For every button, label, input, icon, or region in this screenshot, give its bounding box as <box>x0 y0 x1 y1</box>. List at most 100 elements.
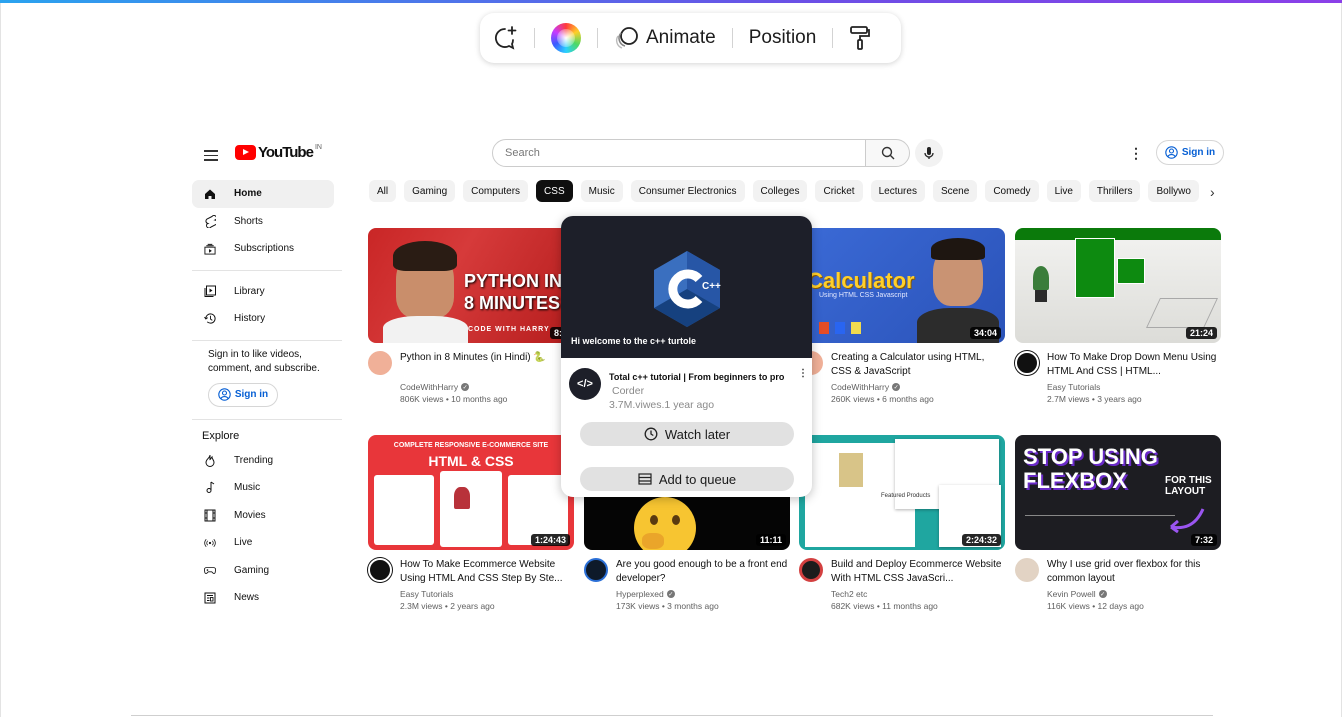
video-title[interactable]: Why I use grid over flexbox for this com… <box>1047 558 1221 586</box>
sidebar-item-history[interactable]: History <box>192 305 334 333</box>
video-thumbnail[interactable]: STOP USING FLEXBOX FOR THIS LAYOUT 7:32 <box>1015 435 1221 550</box>
channel-name[interactable]: CodeWithHarry ✓ <box>400 382 546 392</box>
video-thumbnail[interactable]: Calculator Using HTML CSS Javascript 34:… <box>799 228 1005 343</box>
video-title[interactable]: How To Make Ecommerce Website Using HTML… <box>400 558 574 586</box>
chip[interactable]: Cricket <box>815 180 863 202</box>
position-button[interactable]: Position <box>749 27 817 49</box>
channel-avatar[interactable] <box>1015 558 1039 582</box>
chip-active[interactable]: CSS <box>536 180 573 202</box>
video-duration: 11:11 <box>755 534 786 546</box>
channel-name[interactable]: Kevin Powell ✓ <box>1047 589 1221 599</box>
sidebar-item-news[interactable]: News <box>192 584 334 612</box>
chip[interactable]: Lectures <box>870 180 925 202</box>
chip[interactable]: Comedy <box>985 180 1039 202</box>
search-input[interactable]: Search <box>492 139 866 167</box>
preview-channel[interactable]: Corder <box>609 385 784 397</box>
chip[interactable]: Scene <box>932 180 978 202</box>
thumbnail-page <box>374 475 434 545</box>
channel-name[interactable]: Tech2 etc <box>831 589 1005 599</box>
sidebar-item-subscriptions[interactable]: Subscriptions <box>192 235 334 263</box>
sidebar: Home Shorts Subscriptions Library Histor… <box>192 180 342 612</box>
sidebar-item-movies[interactable]: Movies <box>192 502 334 530</box>
code-icon[interactable]: </> <box>569 368 601 400</box>
video-card[interactable]: PYTHON IN 8 MINUTES CODE WITH HARRY 8:2 … <box>368 228 574 404</box>
chip[interactable]: Live <box>1046 180 1081 202</box>
video-card[interactable]: COMPLETE RESPONSIVE E-COMMERCE SITE HTML… <box>368 435 574 611</box>
channel-avatar[interactable] <box>584 558 608 582</box>
channel-avatar[interactable] <box>368 558 392 582</box>
emoji-eye <box>650 515 658 525</box>
sidebar-item-label: Music <box>234 482 261 494</box>
chip[interactable]: Music <box>580 180 623 202</box>
sidebar-sign-in-button[interactable]: Sign in <box>208 382 278 407</box>
thumbnail-shirt <box>839 453 863 487</box>
channel-name[interactable]: Easy Tutorials <box>400 589 574 599</box>
channel-name[interactable]: Easy Tutorials <box>1047 382 1221 392</box>
video-card[interactable]: 21:24 How To Make Drop Down Menu Using H… <box>1015 228 1221 404</box>
add-to-queue-button[interactable]: Add to queue <box>580 467 794 491</box>
video-card[interactable]: Calculator Using HTML CSS Javascript 34:… <box>799 228 1005 404</box>
emoji-eye <box>672 515 680 525</box>
video-stats: 806K views • 10 months ago <box>400 394 508 404</box>
video-duration: 2:24:32 <box>961 534 1001 546</box>
video-title[interactable]: Creating a Calculator using HTML, CSS & … <box>831 351 1005 379</box>
animate-button[interactable]: Animate <box>614 26 716 50</box>
video-meta: Why I use grid over flexbox for this com… <box>1015 558 1221 611</box>
more-options-icon[interactable]: ⋮ <box>1129 145 1143 162</box>
chevron-right-icon[interactable]: › <box>1210 184 1215 200</box>
channel-name[interactable]: Hyperplexed ✓ <box>616 589 790 599</box>
color-wheel-icon[interactable] <box>551 23 581 53</box>
paint-roller-icon[interactable] <box>849 25 871 51</box>
thumbnail-text: STOP USING FLEXBOX <box>1023 444 1158 493</box>
video-title[interactable]: How To Make Drop Down Menu Using HTML An… <box>1047 351 1221 379</box>
channel-name[interactable]: CodeWithHarry ✓ <box>831 382 1005 392</box>
preview-title[interactable]: Total c++ tutorial | From beginners to p… <box>609 372 784 382</box>
chip[interactable]: Computers <box>463 180 529 202</box>
arrow-icon <box>1170 508 1205 533</box>
chip[interactable]: Consumer Electronics <box>630 180 745 202</box>
channel-avatar[interactable] <box>368 351 392 375</box>
sidebar-signin-prompt: Sign in to like videos, comment, and sub… <box>208 348 320 374</box>
preview-thumbnail[interactable]: C++ Hi welcome to the c++ turtole <box>561 216 812 358</box>
thumbnail-dropdown <box>1075 238 1115 298</box>
channel-avatar[interactable] <box>799 558 823 582</box>
chip[interactable]: Colleges <box>752 180 808 202</box>
voice-search-button[interactable] <box>915 139 943 167</box>
toolbar-divider <box>832 28 834 48</box>
youtube-logo[interactable]: YouTube IN <box>235 144 322 161</box>
thumbnail-subtext: COMPLETE RESPONSIVE E-COMMERCE SITE <box>393 442 549 449</box>
video-preview-card[interactable]: C++ Hi welcome to the c++ turtole </> To… <box>561 216 812 497</box>
watch-later-button[interactable]: Watch later <box>580 422 794 446</box>
video-title[interactable]: Build and Deploy Ecommerce Website With … <box>831 558 1005 586</box>
sidebar-item-home[interactable]: Home <box>192 180 334 208</box>
video-card[interactable]: Featured Products 2:24:32 Build and Depl… <box>799 435 1005 611</box>
video-thumbnail[interactable]: PYTHON IN 8 MINUTES CODE WITH HARRY 8:2 <box>368 228 574 343</box>
sidebar-item-library[interactable]: Library <box>192 278 334 306</box>
video-thumbnail[interactable]: 21:24 <box>1015 228 1221 343</box>
sign-in-button[interactable]: Sign in <box>1156 140 1224 165</box>
menu-icon[interactable] <box>204 147 218 164</box>
video-title[interactable]: Are you good enough to be a front end de… <box>616 558 790 586</box>
video-meta: Creating a Calculator using HTML, CSS & … <box>799 351 1005 404</box>
search-button[interactable] <box>865 139 910 167</box>
chip[interactable]: Thrillers <box>1088 180 1141 202</box>
sidebar-item-gaming[interactable]: Gaming <box>192 557 334 585</box>
thumbnail-text: PYTHON IN 8 MINUTES <box>464 271 563 313</box>
chip[interactable]: Gaming <box>404 180 456 202</box>
comment-add-icon[interactable] <box>492 25 518 51</box>
chip[interactable]: All <box>369 180 397 202</box>
video-card[interactable]: STOP USING FLEXBOX FOR THIS LAYOUT 7:32 … <box>1015 435 1221 611</box>
sidebar-item-shorts[interactable]: Shorts <box>192 208 334 236</box>
video-title[interactable]: Python in 8 Minutes (in Hindi) 🐍 <box>400 351 546 379</box>
video-stats: 2.3M views • 2 years ago <box>400 601 495 611</box>
channel-avatar[interactable] <box>1015 351 1039 375</box>
sidebar-item-music[interactable]: Music <box>192 474 334 502</box>
sidebar-item-trending[interactable]: Trending <box>192 447 334 475</box>
video-thumbnail[interactable]: Featured Products 2:24:32 <box>799 435 1005 550</box>
preview-caption: Hi welcome to the c++ turtole <box>571 336 697 346</box>
chip[interactable]: Bollywo <box>1148 180 1199 202</box>
video-thumbnail[interactable]: COMPLETE RESPONSIVE E-COMMERCE SITE HTML… <box>368 435 574 550</box>
sidebar-item-live[interactable]: Live <box>192 529 334 557</box>
video-stats: 260K views • 6 months ago <box>831 394 934 404</box>
more-options-icon[interactable]: ⋮ <box>798 368 808 379</box>
